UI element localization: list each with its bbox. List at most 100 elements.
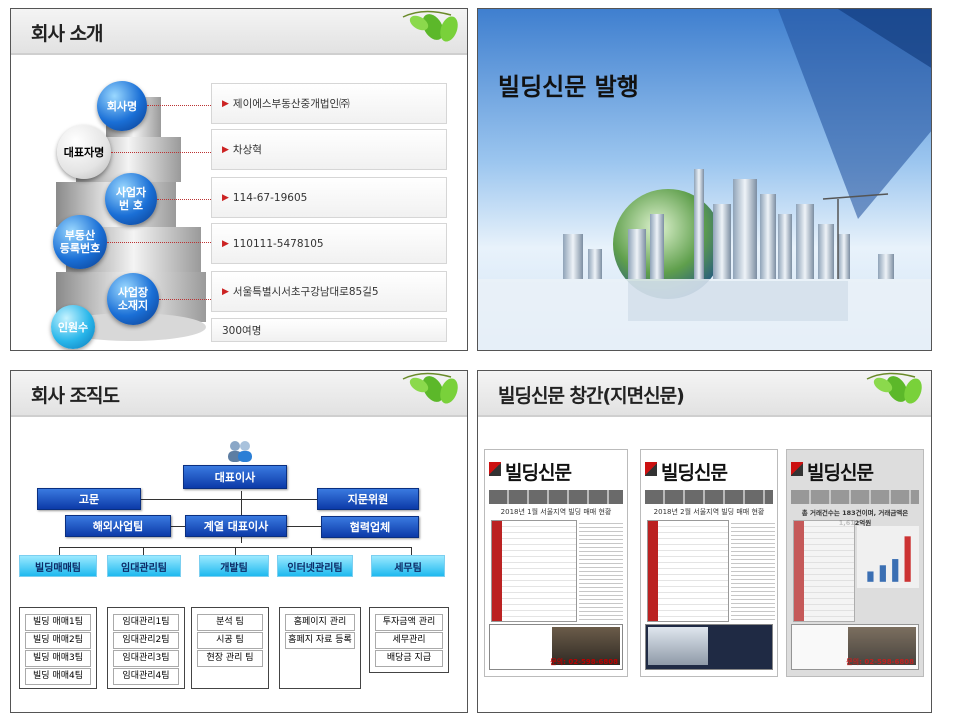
connector-line — [157, 199, 211, 200]
text-column-graphic — [579, 520, 623, 620]
box-label: 지문위원 — [347, 493, 389, 506]
subteam-item: 빌딩 매매1팀 — [25, 614, 91, 631]
advisor-box: 고문 — [37, 488, 141, 510]
newspaper-issue-1: 빌딩신문 2018년 1월 서울지역 빌딩 매매 현황 문의: 02-598-6… — [484, 449, 628, 677]
company-name-ball: 회사명 — [97, 81, 147, 131]
box-label: 계열 대표이사 — [203, 520, 269, 533]
subteam-item: 세무관리 — [375, 632, 443, 649]
subteam-item: 빌딩 매매2팀 — [25, 632, 91, 649]
info-text: 서울특별시서초구강남대로85길5 — [232, 286, 379, 298]
slide-title: 회사 조직도 — [31, 385, 120, 407]
realestate-reg-value: ▶ 110111-5478105 — [211, 223, 447, 264]
subteam-column: 임대관리1팀 임대관리2팀 임대관리3팀 임대관리4팀 — [107, 607, 185, 689]
connector-line — [235, 547, 236, 555]
subteam-item: 홈페지 자료 등록 — [285, 632, 355, 649]
subteam-item: 분석 팀 — [197, 614, 263, 631]
committee-box: 지문위원 — [317, 488, 419, 510]
connector-line — [311, 547, 312, 555]
connector-line — [411, 547, 412, 555]
contact-phone: 문의: 02-598-6808 — [846, 658, 914, 666]
photo-strip — [645, 490, 773, 504]
team-label: 세무팀 — [394, 562, 422, 574]
connector-line — [147, 105, 211, 106]
photo-strip — [791, 490, 919, 504]
ad-car-photo — [648, 627, 708, 665]
photo-strip — [489, 490, 623, 504]
connector-line — [159, 299, 211, 300]
ball-label: 사업장 소재지 — [117, 286, 149, 312]
newspaper-logo-icon — [645, 462, 657, 476]
contact-phone: 문의: 02-598-6808 — [550, 658, 618, 666]
subteam-item: 임대관리4팀 — [113, 668, 179, 685]
business-address-value: ▶ 서울특별시서초구강남대로85길5 — [211, 271, 447, 312]
business-address-ball: 사업장 소재지 — [107, 273, 159, 325]
arrow-icon: ▶ — [222, 98, 229, 109]
info-text: 제이에스부동산중개법인㈜ — [232, 98, 350, 110]
data-table-graphic — [647, 520, 729, 622]
connector-line — [111, 152, 211, 153]
ad-box: 문의: 02-598-6808 — [489, 624, 623, 670]
connector-line — [141, 499, 317, 500]
box-label: 대표이사 — [214, 471, 256, 484]
slide-publish: 빌딩신문 발행 — [477, 8, 932, 351]
business-number-value: ▶ 114-67-19605 — [211, 177, 447, 218]
subteam-column: 분석 팀 시공 팀 현장 관리 팀 — [191, 607, 269, 689]
team-tax: 세무팀 — [371, 555, 445, 577]
city-skyline-graphic — [478, 9, 931, 350]
employee-count-value: 300여명 — [211, 318, 447, 342]
ball-label: 회사명 — [106, 99, 138, 113]
leaves-icon — [402, 10, 458, 42]
newspaper-masthead: 빌딩신문 — [505, 462, 572, 484]
newspaper-issue-2: 빌딩신문 2018년 2월 서울지역 빌딩 매매 현황 — [640, 449, 778, 677]
arrow-icon: ▶ — [222, 238, 229, 249]
slide-header: 회사 소개 — [11, 9, 467, 55]
ceo-box: 대표이사 — [183, 465, 287, 489]
subteam-item: 투자금액 관리 — [375, 614, 443, 631]
subteam-item: 임대관리2팀 — [113, 632, 179, 649]
newspaper-masthead: 빌딩신문 — [661, 462, 728, 484]
ball-label: 사업자 번 호 — [115, 186, 147, 212]
ceo-name-value: ▶ 차상혁 — [211, 129, 447, 170]
connector-line — [59, 547, 60, 555]
team-lease-management: 임대관리팀 — [107, 555, 181, 577]
company-name-value: ▶ 제이에스부동산중개법인㈜ — [211, 83, 447, 124]
box-label: 해외사업팀 — [92, 520, 144, 533]
users-icon — [228, 441, 252, 462]
ball-label: 인원수 — [57, 320, 89, 334]
subteam-item: 임대관리3팀 — [113, 650, 179, 667]
employee-count-ball: 인원수 — [51, 305, 95, 349]
data-table-graphic — [793, 520, 855, 622]
leaves-icon — [866, 372, 922, 404]
newspaper-headline: 2018년 2월 서울지역 빌딩 매매 현황 — [653, 508, 765, 516]
newspaper-issue-3: 빌딩신문 총 거래건수는 183건이며, 거래금액은1,612억원 문의: 02… — [786, 449, 924, 677]
data-table-graphic — [491, 520, 577, 622]
info-text: 114-67-19605 — [232, 191, 308, 204]
subteam-item: 빌딩 매매4팀 — [25, 668, 91, 685]
newspaper-logo-icon — [489, 462, 501, 476]
subteam-item: 배당금 지급 — [375, 650, 443, 667]
ad-box: 문의: 02-598-6808 — [791, 624, 919, 670]
newspaper-logo-icon — [791, 462, 803, 476]
slide-company-intro: 회사 소개 회사명 대표자명 사업자 번 호 부동산 등록번호 사업장 소재지 … — [10, 8, 468, 351]
team-internet: 인터넷관리팀 — [277, 555, 353, 577]
ball-label: 대표자명 — [63, 145, 105, 159]
subteam-column: 홈페이지 관리 홈페지 자료 등록 — [279, 607, 361, 689]
connector-line — [107, 242, 211, 243]
newspaper-headline: 2018년 1월 서울지역 빌딩 매매 현황 — [500, 508, 612, 516]
info-text: 차상혁 — [232, 144, 262, 156]
team-building-trade: 빌딩매매팀 — [19, 555, 97, 577]
team-label: 인터넷관리팀 — [287, 562, 343, 574]
arrow-icon: ▶ — [222, 286, 229, 297]
newspaper-masthead: 빌딩신문 — [807, 462, 874, 484]
affiliate-ceo-box: 계열 대표이사 — [185, 515, 287, 537]
slide-title: 빌딩신문 창간(지면신문) — [498, 385, 685, 407]
slide-header: 빌딩신문 창간(지면신문) — [478, 371, 931, 417]
subteam-item: 빌딩 매매3팀 — [25, 650, 91, 667]
slide-header: 회사 조직도 — [11, 371, 467, 417]
info-text: 110111-5478105 — [232, 237, 324, 250]
arrow-icon: ▶ — [222, 144, 229, 155]
box-label: 협력업체 — [349, 521, 391, 534]
team-label: 빌딩매매팀 — [35, 562, 81, 574]
subteam-column: 빌딩 매매1팀 빌딩 매매2팀 빌딩 매매3팀 빌딩 매매4팀 — [19, 607, 97, 689]
slide-title: 회사 소개 — [31, 23, 104, 45]
